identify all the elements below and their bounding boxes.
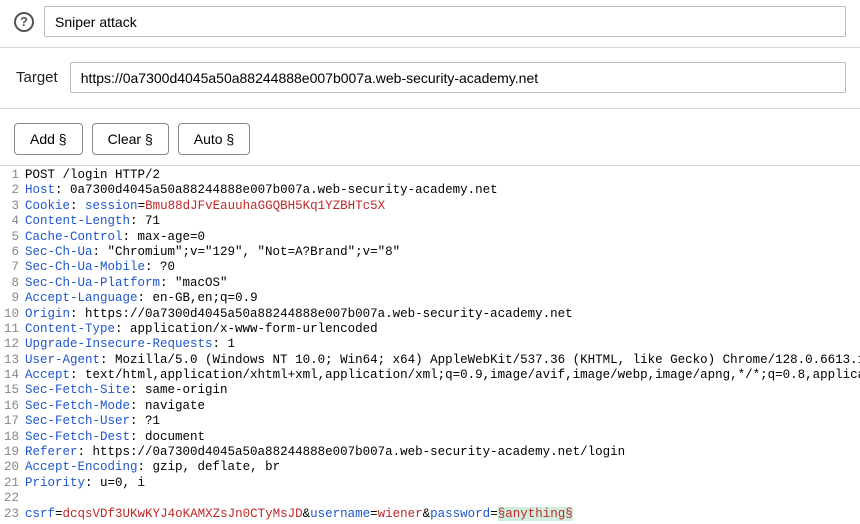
clear-markers-button[interactable]: Clear § — [92, 123, 169, 155]
code-line[interactable]: csrf=dcqsVDf3UKwKYJ4oKAMXZsJn0CTyMsJD&us… — [25, 507, 860, 522]
code-line[interactable]: POST /login HTTP/2 — [25, 168, 860, 183]
request-editor[interactable]: 1234567891011121314151617181920212223 PO… — [0, 166, 860, 524]
request-code[interactable]: POST /login HTTP/2Host: 0a7300d4045a50a8… — [25, 166, 860, 524]
code-line[interactable]: Cookie: session=Bmu88dJFvEauuhaGGQBH5Kq1… — [25, 199, 860, 214]
code-line[interactable]: Priority: u=0, i — [25, 476, 860, 491]
code-line[interactable]: Content-Length: 71 — [25, 214, 860, 229]
code-line[interactable]: Sec-Ch-Ua-Platform: "macOS" — [25, 276, 860, 291]
code-line[interactable]: User-Agent: Mozilla/5.0 (Windows NT 10.0… — [25, 353, 860, 368]
code-line[interactable]: Upgrade-Insecure-Requests: 1 — [25, 337, 860, 352]
code-line[interactable]: Host: 0a7300d4045a50a88244888e007b007a.w… — [25, 183, 860, 198]
code-line[interactable]: Accept: text/html,application/xhtml+xml,… — [25, 368, 860, 383]
code-line[interactable]: Sec-Ch-Ua: "Chromium";v="129", "Not=A?Br… — [25, 245, 860, 260]
add-marker-button[interactable]: Add § — [14, 123, 83, 155]
code-line[interactable]: Cache-Control: max-age=0 — [25, 230, 860, 245]
code-line[interactable]: Accept-Encoding: gzip, deflate, br — [25, 460, 860, 475]
code-line[interactable]: Accept-Language: en-GB,en;q=0.9 — [25, 291, 860, 306]
code-line[interactable]: Referer: https://0a7300d4045a50a88244888… — [25, 445, 860, 460]
auto-markers-button[interactable]: Auto § — [178, 123, 250, 155]
attack-type-input[interactable] — [44, 6, 846, 37]
code-line[interactable]: Sec-Fetch-Site: same-origin — [25, 383, 860, 398]
code-line[interactable]: Sec-Fetch-User: ?1 — [25, 414, 860, 429]
code-line[interactable]: Content-Type: application/x-www-form-url… — [25, 322, 860, 337]
help-icon[interactable]: ? — [14, 12, 34, 32]
code-line[interactable]: Sec-Fetch-Dest: document — [25, 430, 860, 445]
code-line[interactable]: Sec-Fetch-Mode: navigate — [25, 399, 860, 414]
code-line[interactable]: Origin: https://0a7300d4045a50a88244888e… — [25, 307, 860, 322]
code-line[interactable]: Sec-Ch-Ua-Mobile: ?0 — [25, 260, 860, 275]
line-gutter: 1234567891011121314151617181920212223 — [0, 166, 25, 524]
target-label: Target — [14, 69, 58, 86]
target-url-input[interactable] — [70, 62, 846, 93]
code-line[interactable] — [25, 491, 860, 506]
